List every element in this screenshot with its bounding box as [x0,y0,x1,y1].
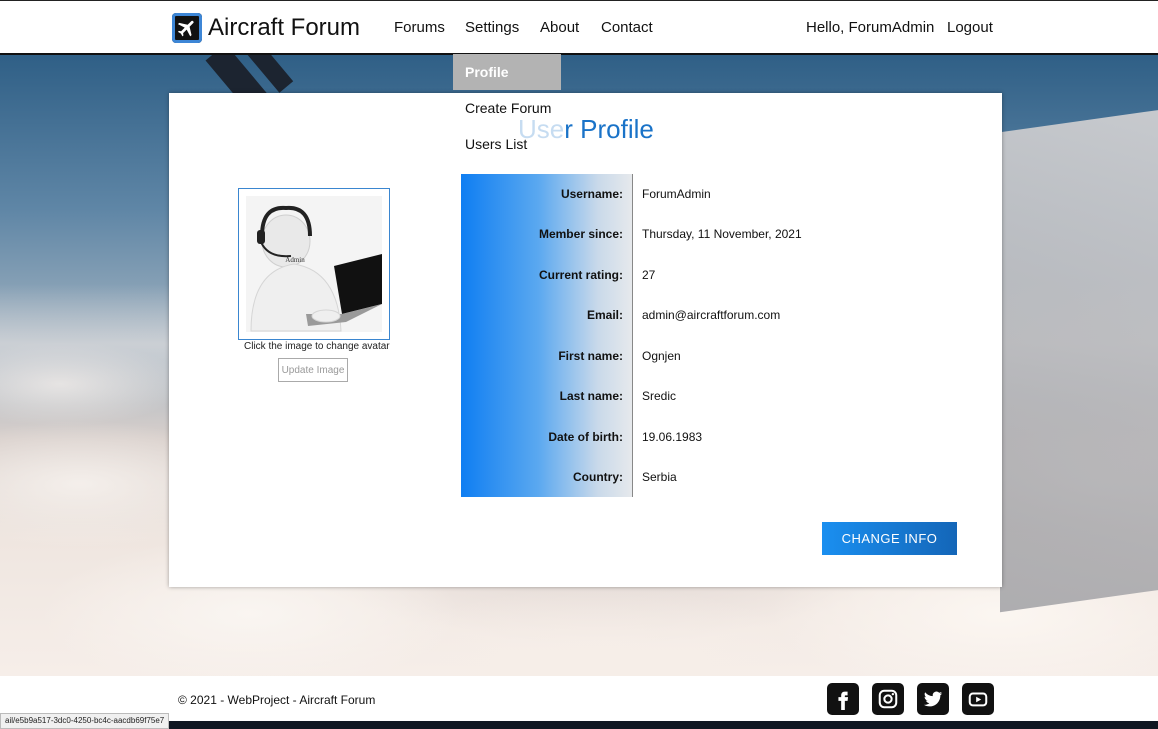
label-first-name: First name: [558,349,623,363]
window-bottom-strip [0,721,1158,729]
nav-about[interactable]: About [540,19,579,36]
brand-title: Aircraft Forum [208,14,361,41]
label-country: Country: [573,470,623,484]
instagram-icon[interactable] [872,683,904,715]
menu-item-profile[interactable]: Profile [453,54,561,90]
profile-labels-column: Username: Member since: Current rating: … [461,174,632,497]
logout-link[interactable]: Logout [947,19,993,36]
label-rating: Current rating: [539,268,623,282]
footer: © 2021 - WebProject - Aircraft Forum [0,676,1158,721]
value-rating: 27 [642,268,656,282]
status-bar-url: ail/e5b9a517-3dc0-4250-bc4c-aacdb69f75e7 [0,713,170,729]
settings-dropdown: Profile Create Forum Users List [453,54,561,162]
label-member-since: Member since: [538,227,623,241]
nav-contact[interactable]: Contact [601,19,653,36]
avatar-image: Admin [246,196,382,332]
svg-text:Admin: Admin [285,256,305,264]
label-last-name: Last name: [559,389,623,403]
column-divider [632,174,633,497]
copyright-text: © 2021 - WebProject - Aircraft Forum [178,693,376,707]
value-first-name: Ognjen [642,349,681,363]
menu-item-users-list[interactable]: Users List [453,126,561,162]
value-country: Serbia [642,470,677,484]
youtube-icon[interactable] [962,683,994,715]
aircraft-wing [1000,95,1158,613]
avatar-hint: Click the image to change avatar [244,341,390,352]
top-navbar: Aircraft Forum Forums Settings About Con… [0,0,1158,55]
value-date-of-birth: 19.06.1983 [642,430,703,444]
twitter-icon[interactable] [917,683,949,715]
nav-forums[interactable]: Forums [394,19,445,36]
menu-item-create-forum[interactable]: Create Forum [453,90,561,126]
value-username: ForumAdmin [642,187,711,201]
brand[interactable]: Aircraft Forum [172,12,360,44]
label-date-of-birth: Date of birth: [548,430,623,444]
value-last-name: Sredic [642,389,677,403]
user-greeting[interactable]: Hello, ForumAdmin [806,19,934,36]
label-username: Username: [560,187,623,201]
label-email: Email: [586,308,623,322]
value-member-since: Thursday, 11 November, 2021 [642,227,802,241]
facebook-icon[interactable] [827,683,859,715]
nav-settings[interactable]: Settings [465,19,519,36]
page-title-visible-part: r Profile [564,114,654,144]
airplane-logo-icon [172,13,202,43]
update-image-button[interactable]: Update Image [278,358,348,382]
change-info-button[interactable]: CHANGE INFO [822,522,957,555]
value-email: admin@aircraftforum.com [642,308,781,322]
avatar-button[interactable]: Admin [238,188,390,340]
